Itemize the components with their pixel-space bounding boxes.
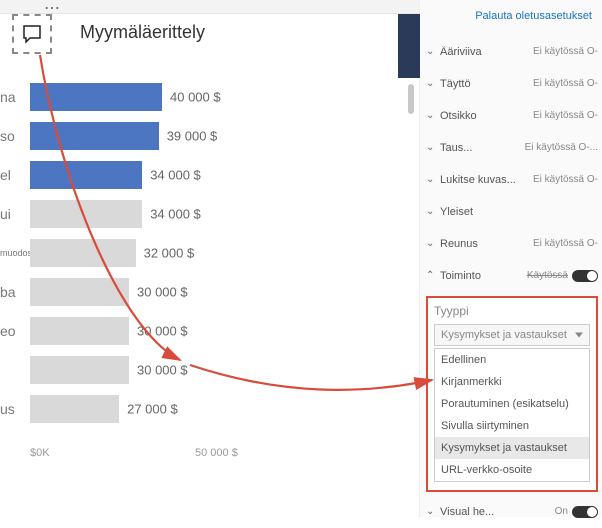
axis-tick: 50 000 $ bbox=[195, 447, 238, 459]
property-name: Reunus bbox=[440, 238, 533, 250]
dropdown-option[interactable]: Kysymykset ja vastaukset bbox=[435, 437, 589, 459]
bar-category-label: na bbox=[0, 89, 30, 105]
property-name: Toiminto bbox=[440, 270, 527, 282]
bar-row: so39 000 $ bbox=[0, 117, 389, 154]
format-property[interactable]: ⌃ToimintoKäytössä bbox=[426, 260, 598, 292]
x-axis: $0K 50 000 $ bbox=[30, 447, 389, 465]
bar-row: us27 000 $ bbox=[0, 390, 389, 427]
bar-value-label: 32 000 $ bbox=[144, 245, 195, 260]
bar[interactable]: 32 000 $ bbox=[30, 239, 136, 267]
page-title: Myymäläerittely bbox=[80, 22, 205, 43]
type-dropdown-list: EdellinenKirjanmerkkiPorautuminen (esika… bbox=[434, 348, 590, 482]
bar-category-label: ui bbox=[0, 206, 30, 222]
property-name: Otsikko bbox=[440, 110, 533, 122]
property-name: Yleiset bbox=[440, 206, 598, 218]
footer-label: Visual he... bbox=[440, 506, 555, 518]
property-name: Täyttö bbox=[440, 78, 533, 90]
bar-category-label: muodossa bbox=[0, 248, 30, 258]
property-value: Ei käytössä O- bbox=[533, 78, 598, 89]
speech-bubble-icon bbox=[20, 22, 44, 46]
format-property[interactable]: ⌄ReunusEi käytössä O- bbox=[426, 228, 598, 260]
format-property[interactable]: ⌄TäyttöEi käytössä O- bbox=[426, 68, 598, 100]
dropdown-option[interactable]: Edellinen bbox=[435, 349, 589, 371]
bar-row: eo30 000 $ bbox=[0, 312, 389, 349]
format-property[interactable]: ⌄OtsikkoEi käytössä O- bbox=[426, 100, 598, 132]
format-property[interactable]: ⌄Lukitse kuvas...Ei käytössä O- bbox=[426, 164, 598, 196]
dropdown-option[interactable]: Sivulla siirtyminen bbox=[435, 415, 589, 437]
top-bar: ⋯ bbox=[0, 0, 419, 14]
chevron-up-icon[interactable]: ⌃ bbox=[426, 270, 440, 281]
bar[interactable]: 27 000 $ bbox=[30, 395, 119, 423]
property-value: Ei käytössä O- bbox=[533, 46, 598, 57]
bar-row: 30 000 $ bbox=[0, 351, 389, 388]
type-label: Tyyppi bbox=[434, 304, 590, 318]
property-name: Ääriviiva bbox=[440, 46, 533, 58]
format-property[interactable]: ⌄Taus...Ei käytössä O-... bbox=[426, 132, 598, 164]
bar-row: ba30 000 $ bbox=[0, 273, 389, 310]
chevron-down-icon[interactable]: ⌄ bbox=[426, 206, 440, 217]
axis-tick: $0K bbox=[30, 447, 50, 459]
property-name: Taus... bbox=[440, 142, 525, 154]
chevron-down-icon[interactable]: ⌄ bbox=[426, 174, 440, 185]
bar[interactable]: 34 000 $ bbox=[30, 200, 142, 228]
bar-value-label: 34 000 $ bbox=[150, 206, 201, 221]
bar[interactable]: 30 000 $ bbox=[30, 356, 129, 384]
chart: na40 000 $so39 000 $el34 000 $ui34 000 $… bbox=[0, 78, 419, 517]
footer-value: On bbox=[555, 506, 568, 517]
bar[interactable]: 40 000 $ bbox=[30, 83, 162, 111]
bar-category-label: us bbox=[0, 401, 30, 417]
property-name: Lukitse kuvas... bbox=[440, 174, 533, 186]
format-panel: Palauta oletusasetukset ⌄ÄäriviivaEi käy… bbox=[420, 0, 602, 517]
property-value: Ei käytössä O- bbox=[533, 110, 598, 121]
bar-value-label: 30 000 $ bbox=[137, 284, 188, 299]
bar-row: el34 000 $ bbox=[0, 156, 389, 193]
bar[interactable]: 30 000 $ bbox=[30, 317, 129, 345]
bar-category-label: el bbox=[0, 167, 30, 183]
bar-value-label: 27 000 $ bbox=[127, 401, 178, 416]
type-dropdown[interactable]: Kysymykset ja vastaukset bbox=[434, 324, 590, 346]
bar[interactable]: 30 000 $ bbox=[30, 278, 129, 306]
bar[interactable]: 34 000 $ bbox=[30, 161, 142, 189]
format-property[interactable]: ⌄Yleiset bbox=[426, 196, 598, 228]
footer-prop: ⌄ Visual he... On bbox=[426, 496, 598, 528]
type-highlight-box: Tyyppi Kysymykset ja vastaukset Edelline… bbox=[426, 296, 598, 492]
format-property[interactable]: ⌄ÄäriviivaEi käytössä O- bbox=[426, 36, 598, 68]
footer-toggle[interactable] bbox=[572, 506, 598, 518]
dropdown-option[interactable]: Porautuminen (esikatselu) bbox=[435, 393, 589, 415]
chevron-down-icon[interactable]: ⌄ bbox=[426, 238, 440, 249]
dropdown-option[interactable]: Kirjanmerkki bbox=[435, 371, 589, 393]
restore-defaults-link[interactable]: Palauta oletusasetukset bbox=[426, 10, 592, 22]
chevron-down-icon[interactable]: ⌄ bbox=[426, 506, 440, 517]
bar-value-label: 39 000 $ bbox=[167, 128, 218, 143]
bar-row: na40 000 $ bbox=[0, 78, 389, 115]
bar-row: muodossa32 000 $ bbox=[0, 234, 389, 271]
property-toggle[interactable] bbox=[572, 270, 598, 282]
property-value: Ei käytössä O- bbox=[533, 238, 598, 249]
bar-row: ui34 000 $ bbox=[0, 195, 389, 232]
property-value: Ei käytössä O-... bbox=[525, 142, 598, 153]
bar-value-label: 34 000 $ bbox=[150, 167, 201, 182]
chevron-down-icon[interactable]: ⌄ bbox=[426, 142, 440, 153]
bar-value-label: 30 000 $ bbox=[137, 323, 188, 338]
chevron-down-icon[interactable]: ⌄ bbox=[426, 78, 440, 89]
bar-value-label: 30 000 $ bbox=[137, 362, 188, 377]
property-value: Käytössä bbox=[527, 270, 568, 281]
dark-header-strip bbox=[398, 14, 420, 78]
property-value: Ei käytössä O- bbox=[533, 174, 598, 185]
dropdown-option[interactable]: URL-verkko-osoite bbox=[435, 459, 589, 481]
chevron-down-icon[interactable]: ⌄ bbox=[426, 46, 440, 57]
bar-category-label: eo bbox=[0, 323, 30, 339]
bar-value-label: 40 000 $ bbox=[170, 89, 221, 104]
comment-button[interactable] bbox=[12, 14, 52, 54]
bar-category-label: ba bbox=[0, 284, 30, 300]
chevron-down-icon[interactable]: ⌄ bbox=[426, 110, 440, 121]
bar[interactable]: 39 000 $ bbox=[30, 122, 159, 150]
bar-category-label: so bbox=[0, 128, 30, 144]
